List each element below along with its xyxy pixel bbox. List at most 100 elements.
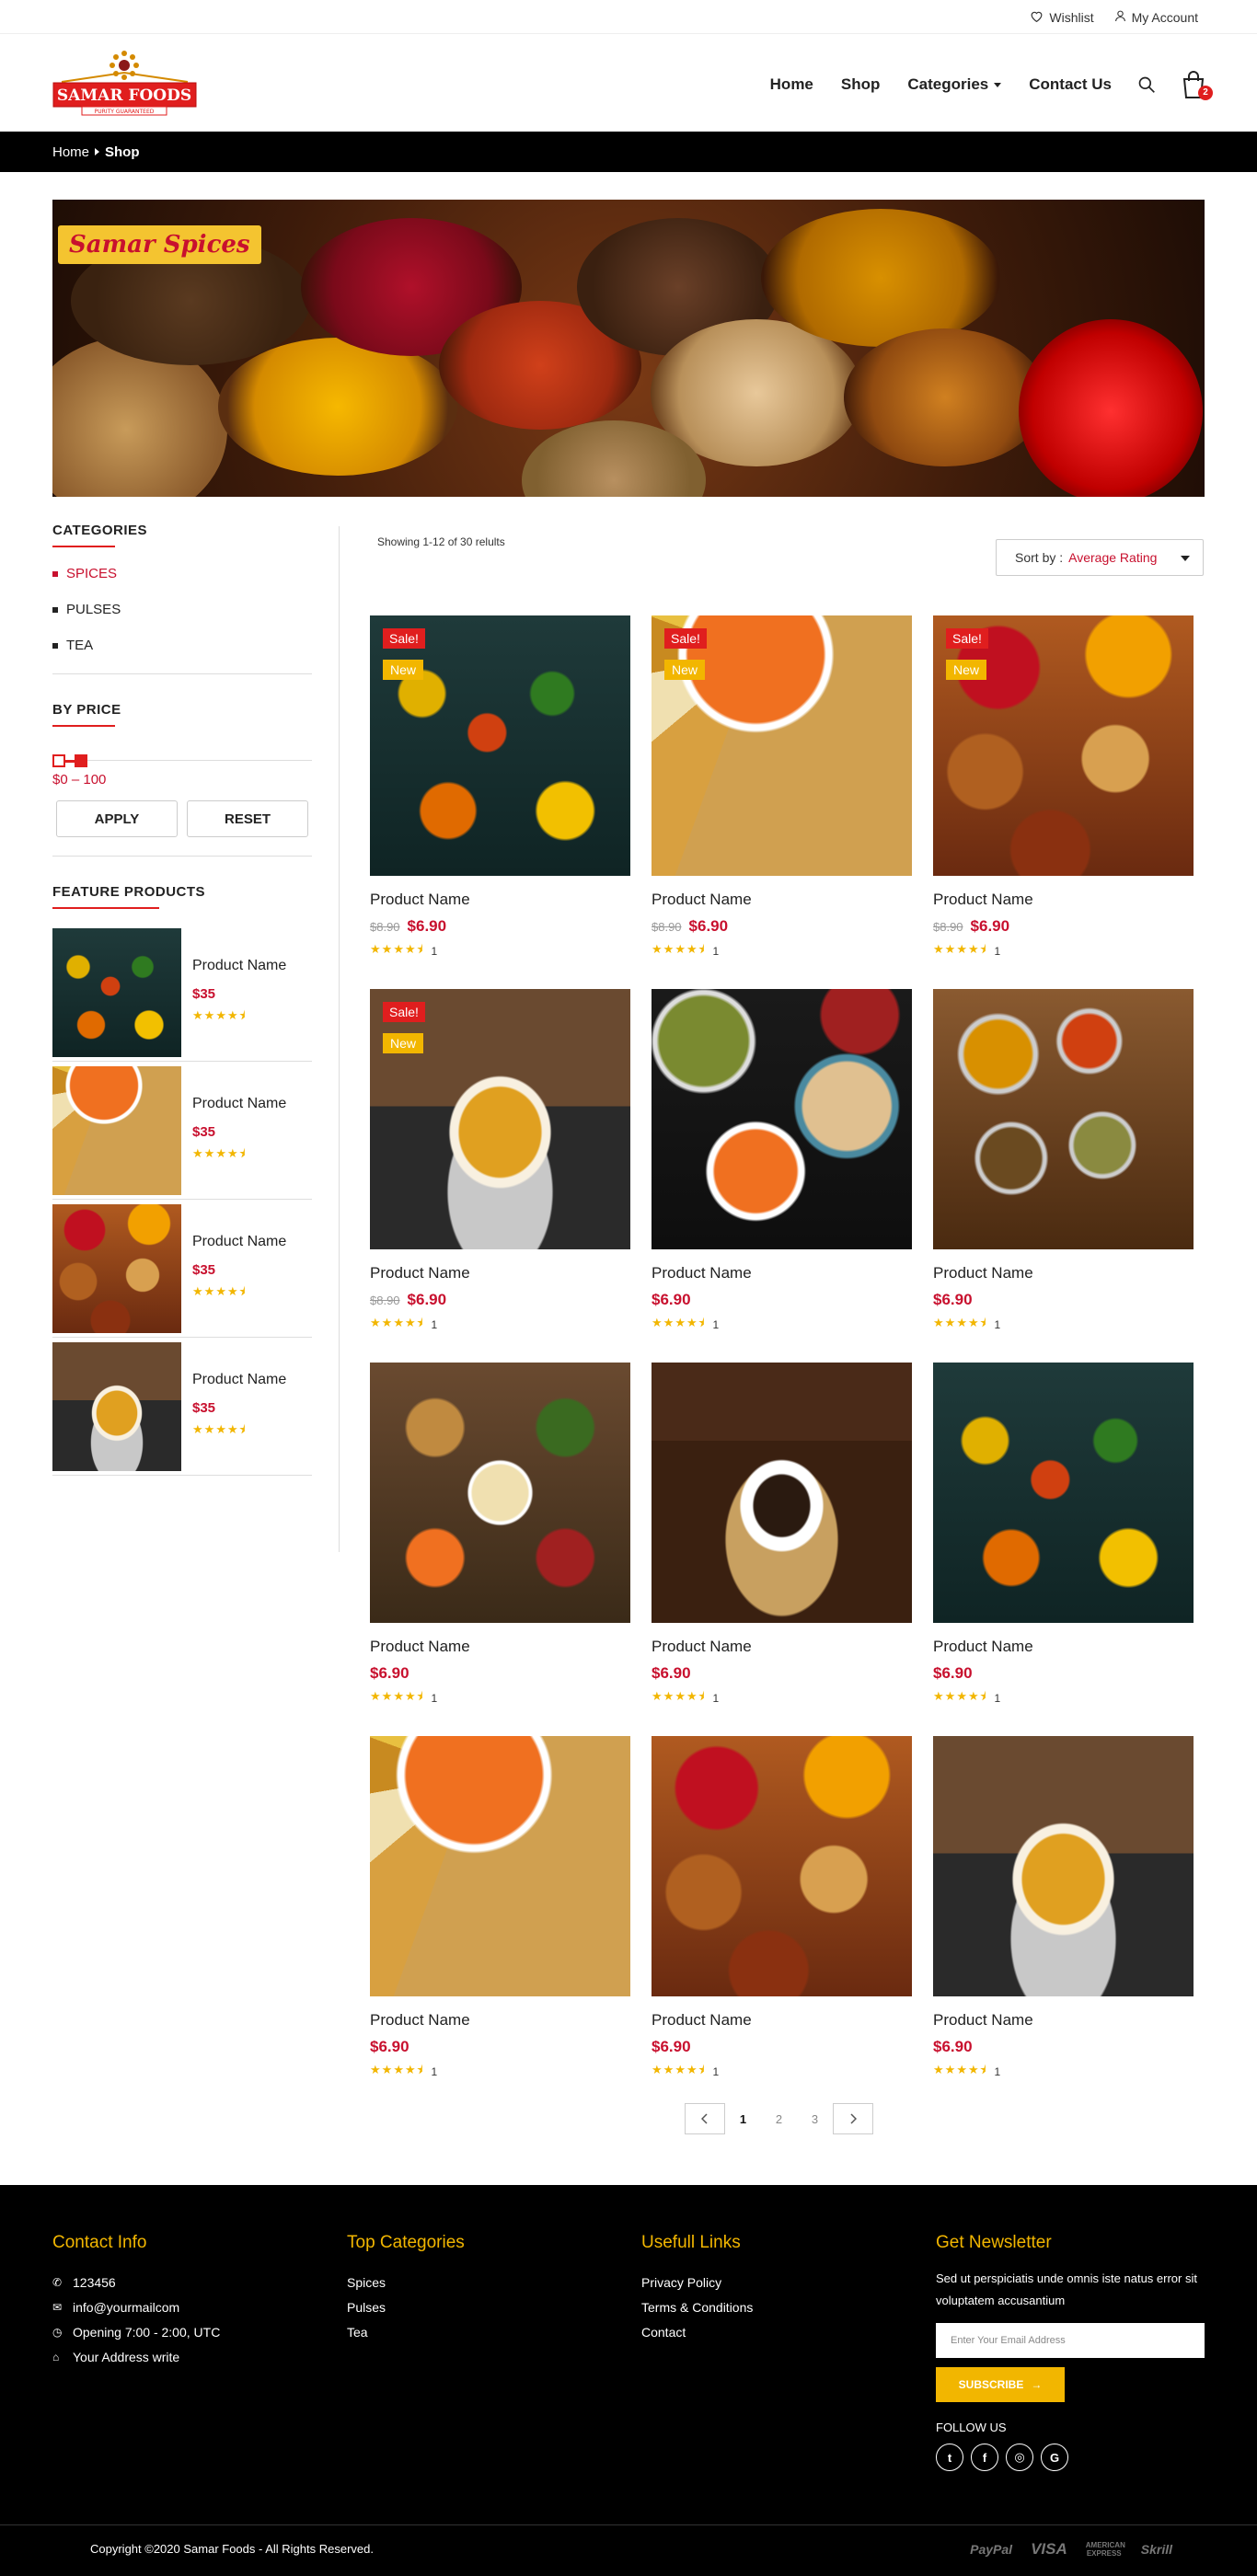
- rating-stars: ★★★★⯨: [370, 941, 424, 961]
- facebook-icon[interactable]: f: [971, 2444, 998, 2471]
- feature-product-item[interactable]: Product Name $35 ★★★★⯨: [52, 1200, 312, 1338]
- feature-product-name[interactable]: Product Name: [192, 958, 286, 974]
- price-title: BY PRICE: [52, 702, 121, 718]
- new-badge: New: [383, 1033, 424, 1053]
- product-card[interactable]: Product Name $6.90 ★★★★⯨ 1: [933, 989, 1194, 1331]
- product-grid: Sale! New Product Name $8.90 $6.90 ★★★★⯨ 1 Sale…: [370, 615, 1194, 2078]
- product-name[interactable]: Product Name: [370, 1264, 630, 1282]
- product-name[interactable]: Product Name: [370, 2011, 630, 2030]
- product-image[interactable]: [370, 1363, 630, 1623]
- wishlist-link[interactable]: Wishlist: [1030, 9, 1094, 25]
- footer-category-link[interactable]: Spices: [347, 2275, 386, 2290]
- feature-product-image[interactable]: [52, 1203, 181, 1333]
- reset-button[interactable]: RESET: [187, 800, 308, 837]
- product-image[interactable]: Sale! New: [652, 615, 912, 876]
- product-name[interactable]: Product Name: [652, 891, 912, 909]
- footer-link[interactable]: Contact: [641, 2325, 686, 2340]
- feature-product-item[interactable]: Product Name $35 ★★★★⯨: [52, 1062, 312, 1200]
- price-slider[interactable]: [52, 754, 312, 767]
- account-link[interactable]: My Account: [1114, 9, 1198, 25]
- product-name[interactable]: Product Name: [652, 2011, 912, 2030]
- product-image[interactable]: Sale! New: [370, 615, 630, 876]
- price-max-handle[interactable]: [75, 754, 87, 767]
- product-name[interactable]: Product Name: [933, 891, 1194, 909]
- star-icon: ★: [967, 942, 980, 956]
- product-name[interactable]: Product Name: [370, 891, 630, 909]
- rating-stars: ★★★★⯨: [192, 1145, 286, 1166]
- category-label: PULSES: [66, 602, 121, 617]
- star-icon: ★: [215, 1007, 227, 1022]
- half-star-icon: ⯨: [416, 1316, 424, 1329]
- instagram-icon[interactable]: ◎: [1006, 2444, 1033, 2471]
- breadcrumb-home[interactable]: Home: [52, 144, 89, 160]
- star-icon: ★: [370, 1689, 382, 1703]
- price-min-handle[interactable]: [52, 754, 65, 767]
- google-icon[interactable]: G: [1041, 2444, 1068, 2471]
- feature-product-image[interactable]: [52, 1341, 181, 1471]
- footer-link[interactable]: Privacy Policy: [641, 2275, 721, 2290]
- page-number[interactable]: 1: [725, 2112, 761, 2126]
- nav-home[interactable]: Home: [770, 75, 813, 94]
- product-name[interactable]: Product Name: [933, 1638, 1194, 1656]
- product-rating: ★★★★⯨ 1: [933, 1688, 1194, 1708]
- product-image[interactable]: [933, 1363, 1194, 1623]
- footer-category-link[interactable]: Pulses: [347, 2300, 386, 2315]
- feature-product-name[interactable]: Product Name: [192, 1372, 286, 1388]
- sidebar: CATEGORIES SPICES PULSES TEA BY PRICE $0 –…: [52, 523, 312, 1476]
- feature-product-image[interactable]: [52, 927, 181, 1057]
- product-image[interactable]: Sale! New: [933, 615, 1194, 876]
- nav-categories[interactable]: Categories: [907, 75, 1002, 94]
- search-icon[interactable]: [1137, 75, 1156, 94]
- product-card[interactable]: Sale! New Product Name $8.90 $6.90 ★★★★⯨ 1: [370, 989, 630, 1331]
- prev-page-button[interactable]: [685, 2103, 725, 2134]
- product-card[interactable]: Sale! New Product Name $8.90 $6.90 ★★★★⯨ 1: [370, 615, 630, 958]
- subscribe-button[interactable]: SUBSCRIBE →: [936, 2367, 1065, 2402]
- product-name[interactable]: Product Name: [652, 1264, 912, 1282]
- product-image[interactable]: Sale! New: [370, 989, 630, 1249]
- product-card[interactable]: Sale! New Product Name $8.90 $6.90 ★★★★⯨ 1: [652, 615, 912, 958]
- nav-shop[interactable]: Shop: [841, 75, 881, 94]
- feature-product-item[interactable]: Product Name $35 ★★★★⯨: [52, 1338, 312, 1476]
- twitter-icon[interactable]: t: [936, 2444, 963, 2471]
- footer-category-link[interactable]: Tea: [347, 2325, 368, 2340]
- product-name[interactable]: Product Name: [933, 1264, 1194, 1282]
- product-image[interactable]: [933, 1736, 1194, 1996]
- category-item-pulses[interactable]: PULSES: [52, 602, 312, 617]
- product-card[interactable]: Product Name $6.90 ★★★★⯨ 1: [652, 989, 912, 1331]
- product-card[interactable]: Product Name $6.90 ★★★★⯨ 1: [370, 1736, 630, 2078]
- category-item-tea[interactable]: TEA: [52, 638, 312, 653]
- brand-logo[interactable]: SAMAR FOODS PURITY GUARANTEED: [52, 47, 197, 121]
- product-image[interactable]: [652, 1736, 912, 1996]
- page-number[interactable]: 3: [797, 2112, 833, 2126]
- newsletter-email-input[interactable]: Enter Your Email Address: [936, 2323, 1205, 2358]
- next-page-button[interactable]: [833, 2103, 873, 2134]
- product-card[interactable]: Product Name $6.90 ★★★★⯨ 1: [370, 1363, 630, 1705]
- product-name[interactable]: Product Name: [933, 2011, 1194, 2030]
- product-card[interactable]: Product Name $6.90 ★★★★⯨ 1: [933, 1736, 1194, 2078]
- star-icon: ★: [686, 1689, 698, 1703]
- apply-button[interactable]: APPLY: [56, 800, 178, 837]
- product-image[interactable]: [652, 989, 912, 1249]
- product-card[interactable]: Sale! New Product Name $8.90 $6.90 ★★★★⯨ 1: [933, 615, 1194, 958]
- categories-title: CATEGORIES: [52, 523, 148, 538]
- product-image[interactable]: [370, 1736, 630, 1996]
- feature-product-item[interactable]: Product Name $35 ★★★★⯨: [52, 924, 312, 1062]
- product-name[interactable]: Product Name: [370, 1638, 630, 1656]
- cart-button[interactable]: 2: [1182, 71, 1213, 100]
- sort-select[interactable]: Sort by : Average Rating: [996, 539, 1204, 576]
- divider: [339, 526, 340, 1552]
- product-card[interactable]: Product Name $6.90 ★★★★⯨ 1: [933, 1363, 1194, 1705]
- product-card[interactable]: Product Name $6.90 ★★★★⯨ 1: [652, 1363, 912, 1705]
- product-name[interactable]: Product Name: [652, 1638, 912, 1656]
- footer-email[interactable]: info@yourmailcom: [73, 2300, 179, 2315]
- category-item-spices[interactable]: SPICES: [52, 566, 312, 581]
- product-card[interactable]: Product Name $6.90 ★★★★⯨ 1: [652, 1736, 912, 2078]
- feature-product-name[interactable]: Product Name: [192, 1234, 286, 1250]
- feature-product-image[interactable]: [52, 1065, 181, 1195]
- footer-link[interactable]: Terms & Conditions: [641, 2300, 753, 2315]
- nav-contact[interactable]: Contact Us: [1029, 75, 1112, 94]
- feature-product-name[interactable]: Product Name: [192, 1096, 286, 1112]
- page-number[interactable]: 2: [761, 2112, 797, 2126]
- product-image[interactable]: [652, 1363, 912, 1623]
- product-image[interactable]: [933, 989, 1194, 1249]
